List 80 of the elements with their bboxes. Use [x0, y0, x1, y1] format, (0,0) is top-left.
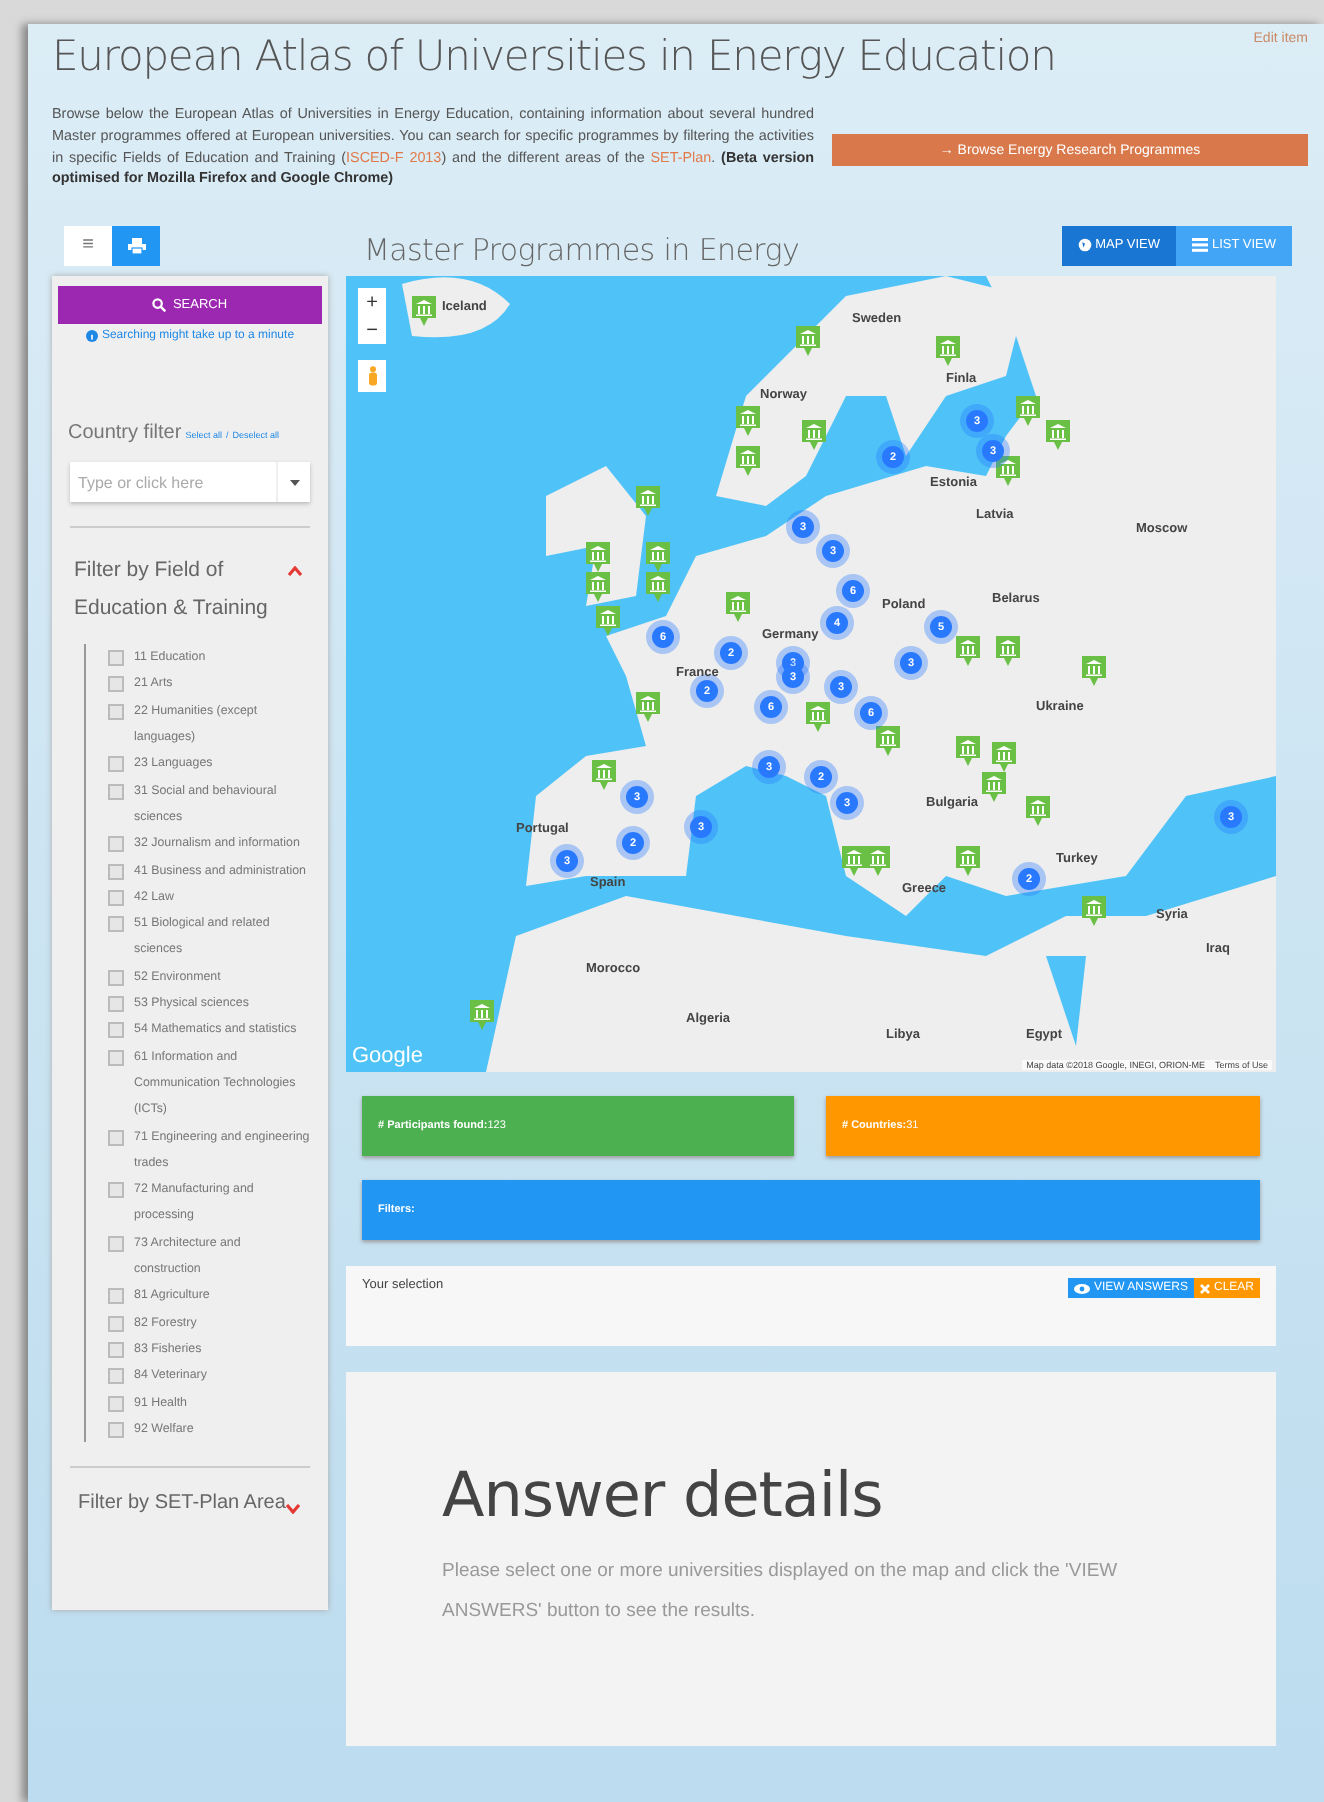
person-icon — [367, 366, 377, 387]
university-marker-icon[interactable] — [736, 446, 760, 477]
eye-icon — [1073, 1283, 1090, 1294]
list-icon — [1191, 238, 1208, 253]
university-marker-icon[interactable] — [1046, 420, 1070, 451]
checkbox[interactable] — [108, 650, 124, 667]
university-marker-icon[interactable] — [806, 702, 830, 733]
chevron-icon[interactable] — [288, 566, 302, 577]
university-marker-icon[interactable] — [956, 636, 980, 667]
checkbox[interactable] — [108, 1341, 124, 1358]
checkbox[interactable] — [108, 1129, 124, 1146]
country-filter-field[interactable]: Type or click here — [70, 462, 276, 503]
university-marker-icon[interactable] — [842, 846, 866, 877]
university-marker-icon[interactable] — [982, 772, 1006, 803]
university-marker-icon[interactable] — [646, 542, 670, 573]
university-marker-icon[interactable] — [956, 736, 980, 767]
university-marker-icon[interactable] — [412, 296, 436, 327]
menu-button[interactable]: ≡ — [64, 225, 112, 266]
checkbox[interactable] — [108, 1022, 124, 1039]
printer-icon — [127, 237, 145, 254]
university-marker-icon[interactable] — [992, 742, 1016, 773]
country-filter-title: Country filter — [68, 422, 182, 445]
checkbox[interactable] — [108, 703, 124, 720]
university-marker-icon[interactable] — [736, 406, 760, 437]
globe-icon — [1077, 238, 1092, 253]
university-marker-icon[interactable] — [1026, 796, 1050, 827]
university-marker-icon[interactable] — [1016, 396, 1040, 427]
chevron-icon[interactable] — [285, 1504, 300, 1515]
university-marker-icon[interactable] — [876, 726, 900, 757]
checkbox[interactable] — [108, 1288, 124, 1305]
checkbox[interactable] — [108, 996, 124, 1013]
checkbox[interactable] — [108, 1315, 124, 1332]
field-filter-title: Filter by Field of Education & Training — [74, 556, 270, 625]
university-marker-icon[interactable] — [726, 592, 750, 623]
university-marker-icon[interactable] — [636, 692, 660, 723]
university-marker-icon[interactable] — [936, 336, 960, 367]
checkbox[interactable] — [108, 783, 124, 800]
university-marker-icon[interactable] — [592, 760, 616, 791]
map-view[interactable] — [346, 276, 1276, 1073]
checkbox[interactable] — [108, 1182, 124, 1199]
university-marker-icon[interactable] — [802, 420, 826, 451]
close-icon — [1199, 1283, 1210, 1294]
info-icon — [85, 330, 98, 343]
checkbox[interactable] — [108, 1235, 124, 1252]
university-marker-icon[interactable] — [586, 572, 610, 603]
university-marker-icon[interactable] — [796, 326, 820, 357]
setplan-filter-title: Filter by SET-Plan Area — [78, 1492, 286, 1515]
print-button[interactable] — [112, 225, 160, 266]
university-marker-icon[interactable] — [646, 572, 670, 603]
university-marker-icon[interactable] — [996, 456, 1020, 487]
checkbox[interactable] — [108, 676, 124, 693]
university-marker-icon[interactable] — [1082, 656, 1106, 687]
university-marker-icon[interactable] — [586, 542, 610, 573]
checkbox[interactable] — [108, 969, 124, 986]
section-title: Master Programmes in Energy — [364, 232, 802, 269]
checkbox[interactable] — [108, 1368, 124, 1385]
checkbox[interactable] — [108, 863, 124, 880]
university-marker-icon[interactable] — [470, 1000, 494, 1031]
page-title: European Atlas of Universities in Energy Education — [52, 32, 1056, 80]
university-marker-icon[interactable] — [956, 846, 980, 877]
island-drawing — [546, 466, 646, 607]
checkbox[interactable] — [108, 1395, 124, 1411]
dropdown-caret-icon — [289, 479, 299, 486]
university-marker-icon[interactable] — [866, 846, 890, 877]
university-marker-icon[interactable] — [996, 636, 1020, 667]
university-marker-icon[interactable] — [1082, 896, 1106, 927]
map-logo: Google — [352, 1044, 423, 1069]
checkbox[interactable] — [108, 1421, 124, 1438]
university-marker-icon[interactable] — [596, 606, 620, 637]
search-icon — [152, 298, 167, 313]
checkbox[interactable] — [108, 1049, 124, 1066]
checkbox[interactable] — [108, 836, 124, 853]
checkbox[interactable] — [108, 756, 124, 773]
answer-title: Answer details — [442, 1460, 885, 1533]
university-marker-icon[interactable] — [636, 486, 660, 517]
checkbox[interactable] — [108, 889, 124, 906]
dropdown-button[interactable] — [278, 462, 310, 503]
street-view-button[interactable] — [358, 360, 386, 393]
checkbox[interactable] — [108, 916, 124, 933]
answer-text: Please select one or more universities displayed on the map and click the 'VIEW ANSWERS' button to see the results. — [442, 1558, 1120, 1627]
